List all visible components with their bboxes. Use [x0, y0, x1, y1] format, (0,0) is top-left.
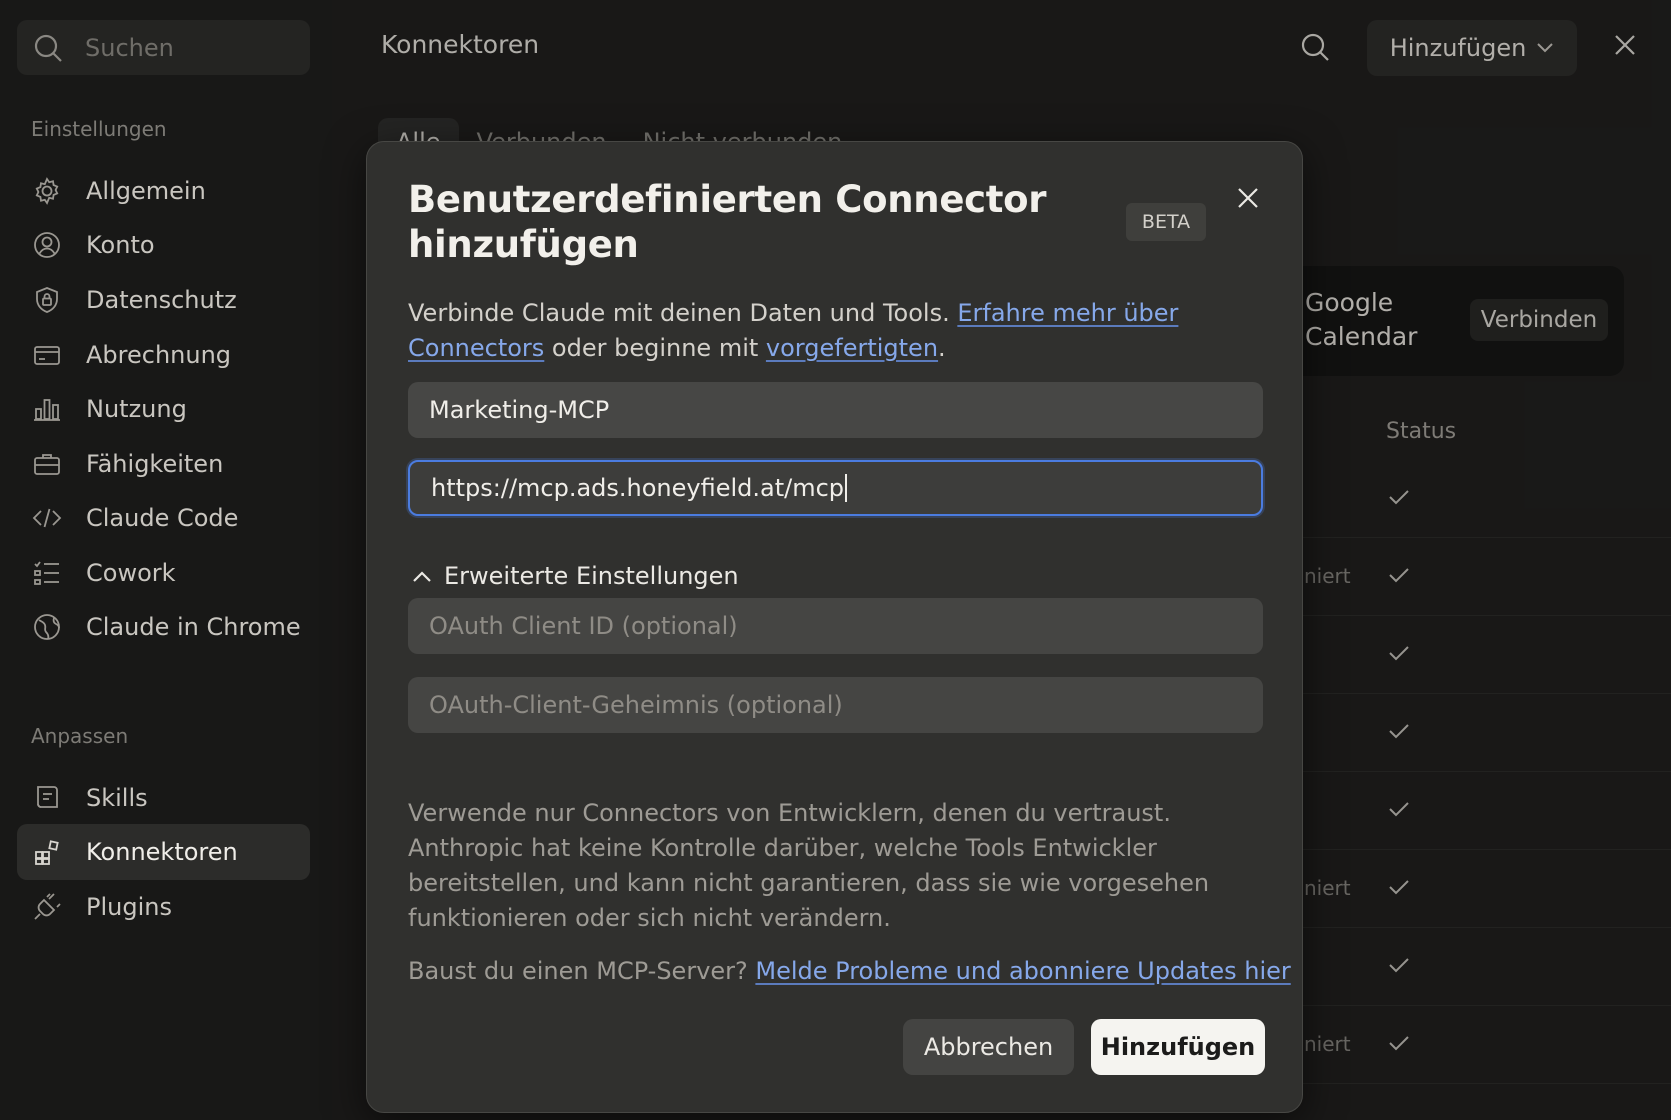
sidebar-item-datenschutz[interactable]: Datenschutz	[17, 272, 310, 328]
report-issues-link[interactable]: Melde Probleme und abonniere Updates hie…	[755, 957, 1290, 985]
search-placeholder: Suchen	[85, 33, 174, 62]
section-label-customize: Anpassen	[31, 724, 129, 748]
sidebar-item-label: Plugins	[86, 893, 172, 921]
sidebar-item-label: Konto	[86, 231, 155, 259]
sidebar-item-label: Allgemein	[86, 177, 206, 205]
sidebar-item-label: Cowork	[86, 559, 176, 587]
sidebar-item-claude-code[interactable]: Claude Code	[17, 490, 310, 546]
dialog-title: Benutzerdefinierten Connector hinzufügen	[408, 178, 1047, 266]
advanced-settings-toggle[interactable]: Erweiterte Einstellungen	[412, 562, 739, 590]
credit-card-icon	[32, 340, 62, 370]
briefcase-icon	[32, 449, 62, 479]
section-label-settings: Einstellungen	[31, 117, 167, 141]
plug-icon	[32, 892, 62, 922]
connector-name-field[interactable]: Marketing-MCP	[408, 382, 1263, 438]
cancel-button[interactable]: Abbrechen	[903, 1019, 1074, 1075]
connector-url-value: https://mcp.ads.honeyfield.at/mcp	[431, 474, 845, 502]
sidebar-item-allgemein[interactable]: Allgemein	[17, 163, 310, 219]
intro-mid-text: oder beginne mit	[544, 334, 766, 362]
dialog-intro: Verbinde Claude mit deinen Daten und Too…	[408, 296, 1228, 366]
connectors-icon	[32, 837, 62, 867]
mcp-server-note: Baust du einen MCP-Server? Melde Problem…	[408, 954, 1291, 989]
search-icon	[33, 33, 63, 63]
add-button[interactable]: Hinzufügen	[1091, 1019, 1265, 1075]
mcp-note-text: Baust du einen MCP-Server?	[408, 957, 756, 985]
sidebar-item-label: Claude in Chrome	[86, 613, 301, 641]
globe-icon	[32, 612, 62, 642]
advanced-settings-label: Erweiterte Einstellungen	[444, 562, 739, 590]
list-icon	[32, 558, 62, 588]
intro-text: Verbinde Claude mit deinen Daten und Too…	[408, 299, 958, 327]
connector-url-field[interactable]: https://mcp.ads.honeyfield.at/mcp	[408, 460, 1263, 516]
close-icon[interactable]	[1236, 186, 1260, 210]
sidebar-item-label: Claude Code	[86, 504, 239, 532]
bar-chart-icon	[32, 394, 62, 424]
oauth-client-id-placeholder: OAuth Client ID (optional)	[429, 612, 738, 640]
sidebar-item-label: Skills	[86, 784, 148, 812]
sidebar-search-input[interactable]: Suchen	[17, 20, 310, 75]
sidebar-item-abrechnung[interactable]: Abrechnung	[17, 327, 310, 383]
trust-warning: Verwende nur Connectors von Entwicklern,…	[408, 799, 1210, 932]
chevron-up-icon	[412, 570, 432, 583]
prebuilt-link[interactable]: vorgefertigten	[766, 334, 938, 362]
oauth-client-secret-field[interactable]: OAuth-Client-Geheimnis (optional)	[408, 677, 1263, 733]
code-icon	[32, 503, 62, 533]
user-circle-icon	[32, 230, 62, 260]
gear-icon	[32, 176, 62, 206]
sidebar-item-label: Nutzung	[86, 395, 187, 423]
sidebar-item-nutzung[interactable]: Nutzung	[17, 381, 310, 437]
sidebar-item-skills[interactable]: Skills	[17, 770, 310, 826]
skills-icon	[32, 783, 62, 813]
intro-end-text: .	[938, 334, 946, 362]
sidebar-item-label: Fähigkeiten	[86, 450, 224, 478]
sidebar-item-label: Abrechnung	[86, 341, 232, 369]
oauth-client-id-field[interactable]: OAuth Client ID (optional)	[408, 598, 1263, 654]
sidebar-item-label: Konnektoren	[86, 838, 238, 866]
connector-name-value: Marketing-MCP	[429, 396, 610, 424]
oauth-client-secret-placeholder: OAuth-Client-Geheimnis (optional)	[429, 691, 843, 719]
sidebar-item-konnektoren[interactable]: Konnektoren	[17, 824, 310, 880]
sidebar-item-faehigkeiten[interactable]: Fähigkeiten	[17, 436, 310, 492]
sidebar-item-claude-in-chrome[interactable]: Claude in Chrome	[17, 599, 310, 655]
shield-icon	[32, 285, 62, 315]
add-custom-connector-dialog: Benutzerdefinierten Connector hinzufügen…	[366, 141, 1303, 1113]
sidebar-item-konto[interactable]: Konto	[17, 217, 310, 273]
sidebar-item-cowork[interactable]: Cowork	[17, 545, 310, 601]
sidebar-item-plugins[interactable]: Plugins	[17, 879, 310, 935]
beta-badge: BETA	[1126, 203, 1206, 241]
sidebar: Suchen Einstellungen Allgemein Konto Dat…	[0, 0, 332, 1120]
text-caret	[845, 474, 848, 502]
sidebar-item-label: Datenschutz	[86, 286, 237, 314]
